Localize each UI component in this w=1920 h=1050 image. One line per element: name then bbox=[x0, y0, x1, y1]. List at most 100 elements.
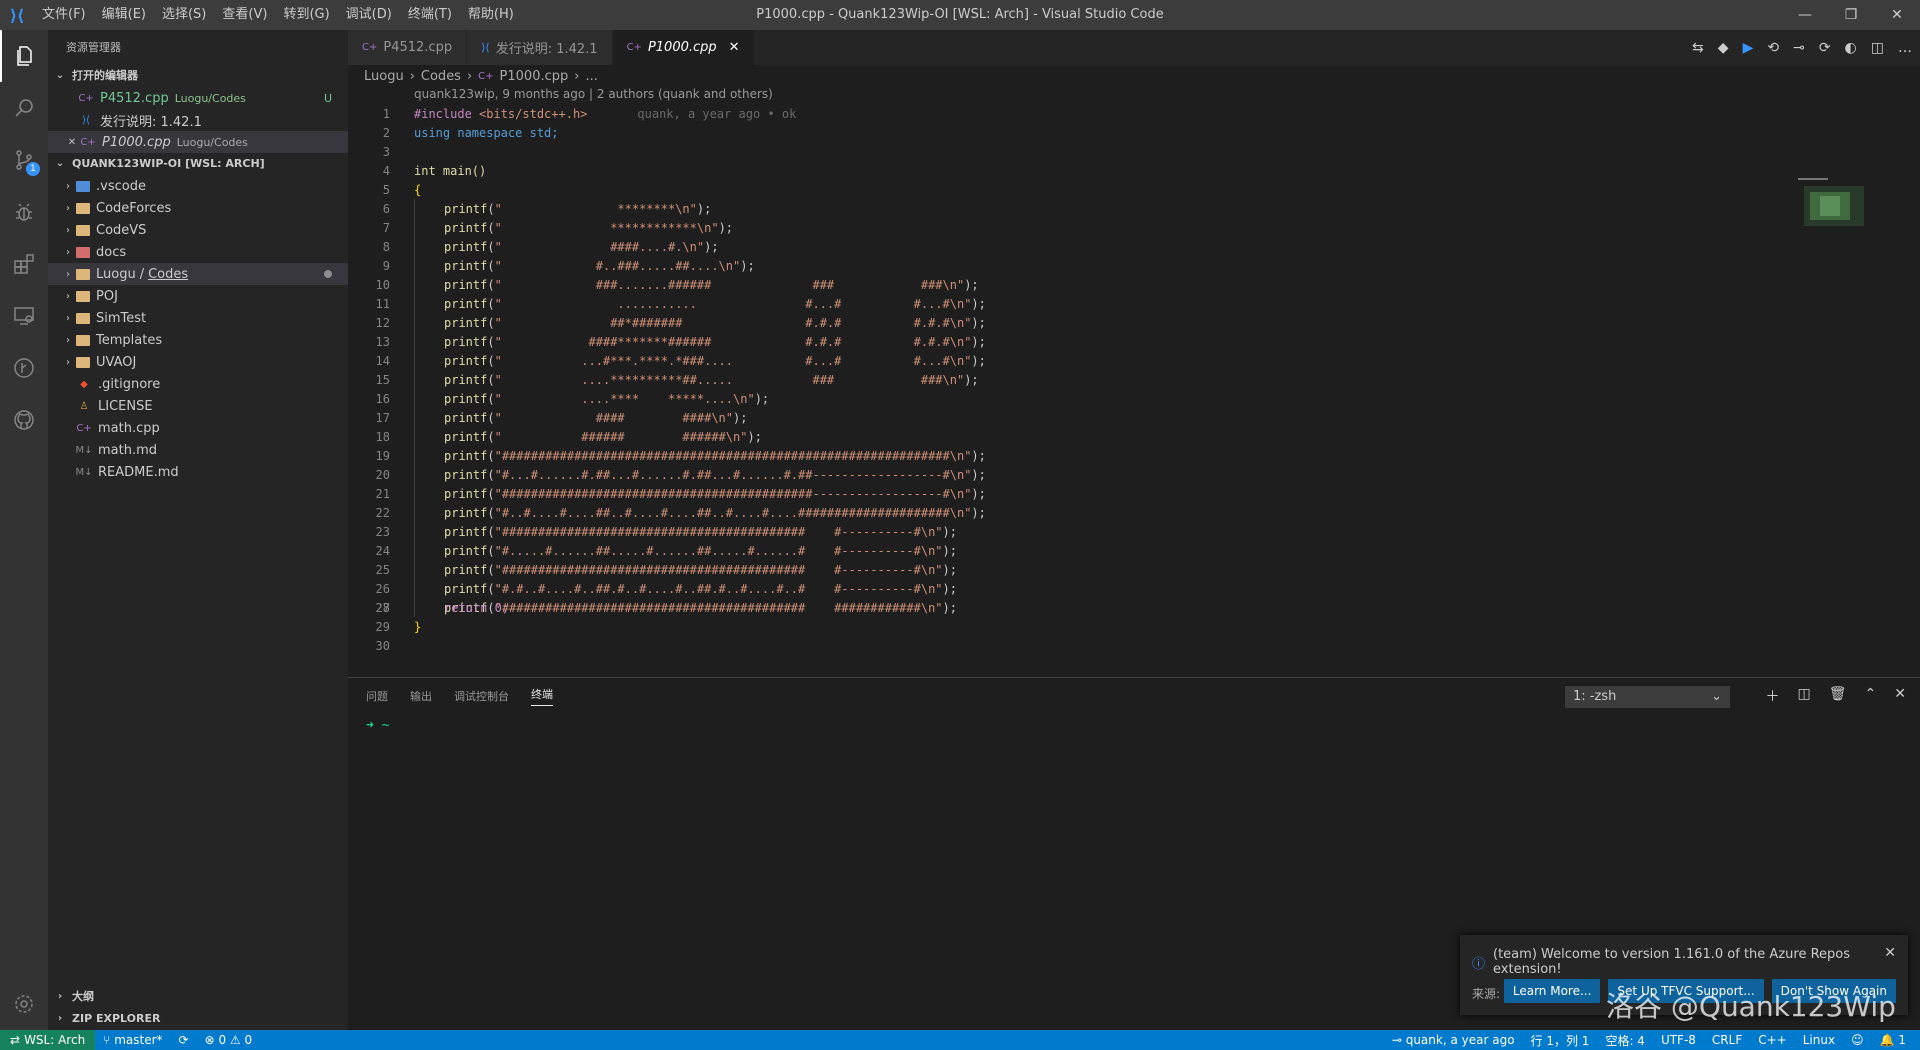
blame-status[interactable]: ⊸ quank, a year ago bbox=[1384, 1033, 1523, 1047]
menu-terminal[interactable]: 终端(T) bbox=[400, 0, 460, 30]
chevron-right-icon: › bbox=[60, 313, 76, 324]
explorer-icon[interactable] bbox=[0, 30, 48, 82]
minimize-button[interactable]: — bbox=[1782, 0, 1828, 30]
branch-indicator[interactable]: ⑂ master* bbox=[95, 1033, 170, 1047]
tab-output[interactable]: 输出 bbox=[410, 688, 432, 704]
split-editor-icon[interactable]: ◫ bbox=[1871, 40, 1884, 56]
menu-view[interactable]: 查看(V) bbox=[214, 0, 275, 30]
open-editors-title: 打开的编辑器 bbox=[72, 65, 138, 87]
git-graph-icon[interactable] bbox=[0, 342, 48, 394]
compare-icon[interactable]: ⇆ bbox=[1692, 40, 1704, 56]
platform[interactable]: Linux bbox=[1795, 1033, 1843, 1047]
language-mode[interactable]: C++ bbox=[1750, 1033, 1795, 1047]
editor-toolbar: ⇆ ◆ ▶ ⟲ ⊸ ⟳ ◐ ◫ … bbox=[1692, 30, 1912, 65]
menu-debug[interactable]: 调试(D) bbox=[338, 0, 400, 30]
search-icon[interactable] bbox=[0, 82, 48, 134]
split-terminal-icon[interactable]: ◫ bbox=[1798, 686, 1811, 706]
menu-help[interactable]: 帮助(H) bbox=[460, 0, 522, 30]
open-editor-release-notes[interactable]: ⟩⟨ 发行说明: 1.42.1 bbox=[48, 109, 348, 131]
more-actions-icon[interactable]: … bbox=[1898, 40, 1912, 56]
close-tab-icon[interactable]: ✕ bbox=[729, 40, 740, 55]
breadcrumb-symbol[interactable]: ... bbox=[585, 69, 597, 84]
tree-item-codevs[interactable]: ›CodeVS bbox=[48, 219, 348, 241]
info-icon: ⓘ bbox=[1472, 953, 1485, 972]
new-terminal-icon[interactable]: ＋ bbox=[1766, 686, 1780, 706]
maximize-panel-icon[interactable]: ⌃ bbox=[1865, 686, 1877, 706]
paren: ( bbox=[487, 582, 494, 596]
workspace-header[interactable]: ⌄QUANK123WIP-OI [WSL: ARCH] bbox=[48, 153, 348, 175]
extensions-icon[interactable] bbox=[0, 238, 48, 290]
github-icon[interactable] bbox=[0, 394, 48, 446]
line-number: 9 bbox=[348, 259, 390, 273]
problems-indicator[interactable]: ⊗ 0 ⚠ 0 bbox=[197, 1033, 261, 1047]
encoding[interactable]: UTF-8 bbox=[1653, 1033, 1704, 1047]
tree-item-codeforces[interactable]: ›CodeForces bbox=[48, 197, 348, 219]
sync-icon[interactable]: ⟳ bbox=[171, 1033, 197, 1047]
tree-item-docs[interactable]: ›docs bbox=[48, 241, 348, 263]
line-number: 24 bbox=[348, 544, 390, 558]
run-icon[interactable]: ▶ bbox=[1743, 40, 1754, 56]
breadcrumb-codes[interactable]: Codes bbox=[421, 69, 461, 84]
inline-blame: quank, a year ago • ok bbox=[637, 107, 796, 121]
forward-icon[interactable]: ⟳ bbox=[1819, 40, 1831, 56]
remote-explorer-icon[interactable] bbox=[0, 290, 48, 342]
printf-line: 8printf(" ####....#.\n"); bbox=[348, 237, 1548, 256]
end-of-line[interactable]: CRLF bbox=[1704, 1033, 1750, 1047]
back-icon[interactable]: ⟲ bbox=[1767, 40, 1779, 56]
cursor-position[interactable]: 行 1，列 1 bbox=[1523, 1032, 1598, 1049]
close-notification-icon[interactable]: ✕ bbox=[1884, 945, 1896, 961]
menu-edit[interactable]: 编辑(E) bbox=[94, 0, 154, 30]
tree-item-simtest[interactable]: ›SimTest bbox=[48, 307, 348, 329]
tab-terminal[interactable]: 终端 bbox=[531, 686, 553, 706]
tree-item-vscode[interactable]: ›.vscode bbox=[48, 175, 348, 197]
tab-debug-console[interactable]: 调试控制台 bbox=[454, 688, 509, 704]
menu-file[interactable]: 文件(F) bbox=[34, 0, 94, 30]
restore-button[interactable]: ❐ bbox=[1828, 0, 1874, 30]
breadcrumb-file[interactable]: P1000.cpp bbox=[500, 69, 569, 84]
tree-item-license[interactable]: ♙LICENSE bbox=[48, 395, 348, 417]
menu-go[interactable]: 转到(G) bbox=[275, 0, 337, 30]
open-editor-p1000[interactable]: ✕ C+ P1000.cpp Luogu/Codes bbox=[48, 131, 348, 153]
outline-header[interactable]: ›大纲 bbox=[48, 986, 348, 1008]
tab-p1000[interactable]: C+P1000.cpp✕ bbox=[613, 30, 755, 65]
debug-icon[interactable] bbox=[0, 186, 48, 238]
git-codelens[interactable]: quank123wip, 9 months ago | 2 authors (q… bbox=[414, 87, 773, 104]
tab-p4512[interactable]: C+P4512.cpp bbox=[348, 30, 467, 65]
indentation[interactable]: 空格: 4 bbox=[1597, 1032, 1653, 1049]
diamond-icon[interactable]: ◆ bbox=[1718, 40, 1729, 56]
source-control-icon[interactable]: 1 bbox=[0, 134, 48, 186]
terminal-select[interactable]: 1: -zsh⌄ bbox=[1565, 686, 1730, 708]
tree-item-poj[interactable]: ›POJ bbox=[48, 285, 348, 307]
tree-item-math-md[interactable]: M↓math.md bbox=[48, 439, 348, 461]
tree-item-math-cpp[interactable]: C+math.cpp bbox=[48, 417, 348, 439]
tree-item-gitignore[interactable]: ◆.gitignore bbox=[48, 373, 348, 395]
zip-explorer-header[interactable]: ›ZIP EXPLORER bbox=[48, 1008, 348, 1030]
notifications-indicator[interactable]: 🔔 1 bbox=[1872, 1033, 1914, 1047]
learn-more-button[interactable]: Learn More... bbox=[1504, 979, 1601, 1003]
tab-release-notes[interactable]: ⟩⟨发行说明: 1.42.1 bbox=[467, 30, 612, 65]
open-editor-p4512[interactable]: C+ P4512.cpp Luogu/Codes U bbox=[48, 87, 348, 109]
history-icon[interactable]: ◐ bbox=[1845, 40, 1857, 56]
breadcrumb-luogu[interactable]: Luogu bbox=[364, 69, 404, 84]
tree-item-readme[interactable]: M↓README.md bbox=[48, 461, 348, 483]
chevron-right-icon: › bbox=[60, 335, 76, 346]
close-window-button[interactable]: ✕ bbox=[1874, 0, 1920, 30]
close-panel-icon[interactable]: ✕ bbox=[1894, 686, 1906, 706]
paren: ); bbox=[971, 316, 985, 330]
tree-item-luogu[interactable]: ›Luogu/Codes bbox=[48, 263, 348, 285]
tab-problems[interactable]: 问题 bbox=[366, 688, 388, 704]
remote-indicator[interactable]: ⇄WSL: Arch bbox=[0, 1030, 95, 1050]
minimap[interactable] bbox=[1790, 172, 1880, 232]
trash-icon[interactable]: 🗑 bbox=[1829, 686, 1847, 706]
tree-item-templates[interactable]: ›Templates bbox=[48, 329, 348, 351]
tree-label-sub[interactable]: Codes bbox=[148, 267, 188, 282]
commit-icon[interactable]: ⊸ bbox=[1793, 40, 1805, 56]
tree-item-uvaoj[interactable]: ›UVAOJ bbox=[48, 351, 348, 373]
terminal-prompt[interactable]: ➜ ~ bbox=[366, 718, 389, 733]
feedback-icon[interactable]: ☺ bbox=[1843, 1033, 1872, 1047]
settings-gear-icon[interactable] bbox=[0, 978, 48, 1030]
open-editors-header[interactable]: ⌄打开的编辑器 bbox=[48, 65, 348, 87]
menu-selection[interactable]: 选择(S) bbox=[154, 0, 214, 30]
code-editor[interactable]: quank123wip, 9 months ago | 2 authors (q… bbox=[348, 87, 1920, 677]
close-icon[interactable]: ✕ bbox=[64, 137, 80, 148]
